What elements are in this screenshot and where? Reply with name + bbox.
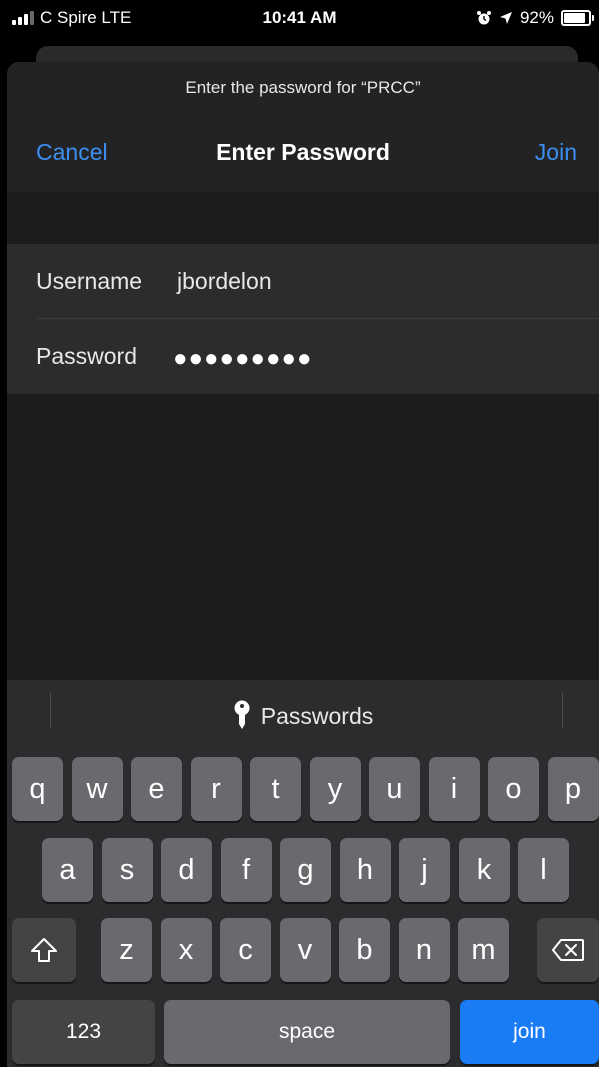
- key-t[interactable]: t: [250, 757, 301, 821]
- space-key[interactable]: space: [164, 1000, 450, 1064]
- key-r[interactable]: r: [190, 757, 242, 821]
- passwords-label: Passwords: [260, 703, 374, 729]
- backspace-key[interactable]: [537, 918, 599, 982]
- key-n[interactable]: n: [398, 918, 450, 982]
- key-j[interactable]: j: [399, 838, 450, 902]
- dialog-header: Enter the password for “PRCC” Cancel Ent…: [7, 62, 599, 192]
- username-field[interactable]: jbordelon: [177, 268, 272, 295]
- key-a[interactable]: a: [42, 838, 93, 902]
- key-icon: [233, 700, 251, 736]
- username-label: Username: [36, 268, 143, 294]
- key-c[interactable]: c: [220, 918, 271, 982]
- password-field[interactable]: ●●●●●●●●●: [173, 345, 312, 373]
- key-v[interactable]: v: [279, 918, 331, 982]
- numbers-key[interactable]: 123: [12, 1000, 155, 1064]
- username-row[interactable]: Username jbordelon: [7, 244, 599, 319]
- backspace-icon: [552, 939, 584, 961]
- key-k[interactable]: k: [458, 838, 510, 902]
- password-label: Password: [36, 343, 137, 369]
- key-d[interactable]: d: [161, 838, 212, 902]
- dialog-title: Enter Password: [216, 139, 390, 165]
- shift-icon: [31, 938, 57, 962]
- battery-icon: [561, 10, 594, 26]
- key-m[interactable]: m: [458, 918, 509, 982]
- join-key[interactable]: join: [460, 1000, 599, 1064]
- passwords-suggestion[interactable]: Passwords: [7, 700, 599, 736]
- status-bar-right: 92%: [476, 8, 594, 28]
- key-y[interactable]: y: [309, 757, 361, 821]
- battery-percent: 92%: [519, 8, 554, 27]
- key-x[interactable]: x: [160, 918, 212, 982]
- key-b[interactable]: b: [339, 918, 390, 982]
- key-h[interactable]: h: [339, 838, 391, 902]
- alarm-icon: [476, 11, 491, 25]
- keyboard: Passwords qwertyuiop asdfghjkl zxcvbnm 123…: [7, 680, 599, 1067]
- shift-key[interactable]: [12, 918, 76, 982]
- key-z[interactable]: z: [101, 918, 152, 982]
- key-p[interactable]: p: [547, 757, 599, 821]
- dialog-prompt: Enter the password for “PRCC”: [185, 78, 421, 97]
- key-o[interactable]: o: [488, 757, 539, 821]
- password-row[interactable]: Password ●●●●●●●●●: [7, 319, 599, 393]
- credentials-form: Username jbordelon Password ●●●●●●●●●: [7, 244, 599, 394]
- key-u[interactable]: u: [369, 757, 420, 821]
- key-s[interactable]: s: [101, 838, 153, 902]
- key-f[interactable]: f: [220, 838, 272, 902]
- join-button[interactable]: Join: [535, 139, 577, 166]
- key-e[interactable]: e: [131, 757, 182, 821]
- key-g[interactable]: g: [280, 838, 331, 902]
- key-l[interactable]: l: [518, 838, 569, 902]
- key-i[interactable]: i: [428, 757, 480, 821]
- key-w[interactable]: w: [71, 757, 123, 821]
- location-icon: [499, 12, 512, 24]
- key-q[interactable]: q: [12, 757, 63, 821]
- quicktype-bar: Passwords: [7, 680, 599, 746]
